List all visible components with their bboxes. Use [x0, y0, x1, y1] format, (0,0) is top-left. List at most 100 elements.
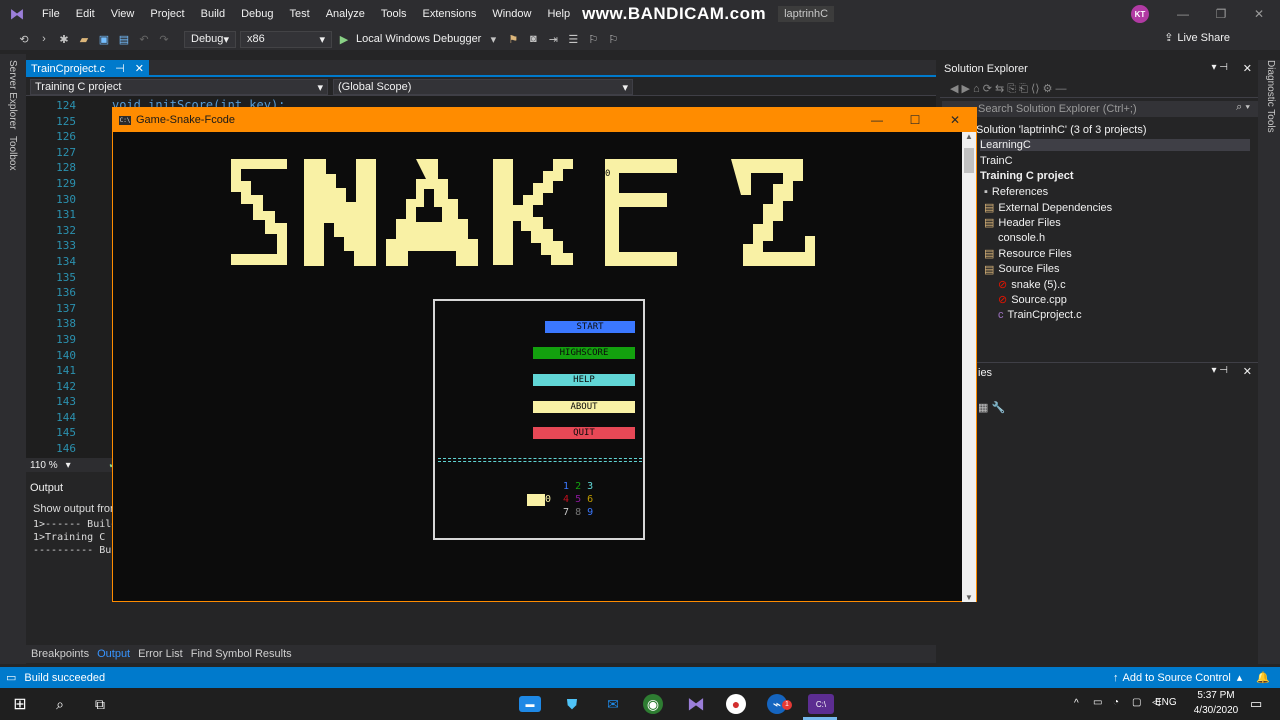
windows-start-icon[interactable]: ⊞	[8, 692, 32, 716]
search-icon[interactable]: ⌕ ▾	[1236, 101, 1250, 114]
menu-view[interactable]: View	[103, 0, 143, 28]
game-close-button[interactable]: ✕	[937, 108, 973, 132]
menu-extensions[interactable]: Extensions	[415, 0, 485, 28]
chevron-up-icon[interactable]: ▴	[1237, 671, 1243, 684]
battery-icon[interactable]: ▭	[1093, 697, 1102, 708]
tab-trainc-project[interactable]: TrainCproject.c ⊣ ✕	[26, 60, 149, 77]
bookmark-prev-icon[interactable]: ⚐	[605, 31, 621, 47]
game-start-button[interactable]: START	[545, 321, 635, 333]
configuration-dropdown[interactable]: Debug ▾	[184, 30, 236, 48]
debugger-button[interactable]: Local Windows Debugger	[356, 33, 481, 45]
tab-error-list[interactable]: Error List	[138, 648, 183, 660]
user-avatar[interactable]: KT	[1131, 5, 1149, 23]
toolbox-tab[interactable]: Toolbox	[7, 136, 18, 170]
maximize-button[interactable]: ❐	[1206, 4, 1236, 24]
scroll-down-icon[interactable]: ▼	[965, 593, 973, 602]
menu-analyze[interactable]: Analyze	[318, 0, 373, 28]
zoom-level[interactable]: 110 %	[30, 460, 58, 471]
game-help-button[interactable]: HELP	[533, 374, 635, 386]
tray-chevron-icon[interactable]: ^	[1074, 698, 1079, 709]
game-maximize-button[interactable]: ☐	[897, 108, 933, 132]
pin-icon[interactable]: ⊣	[115, 62, 125, 75]
visual-studio-icon[interactable]: ⧓	[684, 692, 708, 716]
game-quit-button[interactable]: QUIT	[533, 427, 635, 439]
add-to-source-control[interactable]: Add to Source Control	[1123, 672, 1231, 684]
language-indicator[interactable]: ENG	[1155, 697, 1177, 708]
clock-date[interactable]: 4/30/2020	[1190, 705, 1242, 716]
solution-tree-item[interactable]: Training C project	[980, 170, 1074, 182]
redo-icon[interactable]: ↷	[156, 31, 172, 47]
open-icon[interactable]: ▰	[76, 31, 92, 47]
solution-tree-item[interactable]: c TrainCproject.c	[998, 309, 1082, 321]
menu-file[interactable]: File	[34, 0, 68, 28]
game-console-window[interactable]: C:\ Game-Snake-Fcode — ☐ ✕ 0 START HIGHS…	[112, 107, 977, 602]
solution-tree-item[interactable]: Solution 'laptrinhC' (3 of 3 projects)	[976, 124, 1147, 136]
solution-tree-item[interactable]: ▤ Header Files	[984, 216, 1061, 230]
task-view-icon[interactable]: ⧉	[88, 692, 112, 716]
pin-icon[interactable]: ▾ ⊣	[1211, 365, 1228, 376]
file-explorer-icon[interactable]: ▬	[519, 696, 541, 712]
forward-icon[interactable]: ›	[36, 31, 52, 47]
menu-project[interactable]: Project	[142, 0, 192, 28]
menu-edit[interactable]: Edit	[68, 0, 103, 28]
network-icon[interactable]: ◔	[1113, 697, 1119, 708]
server-explorer-tab[interactable]: Server Explorer	[7, 60, 18, 129]
solution-tree-item[interactable]: LearningC	[980, 139, 1250, 152]
indent-icon[interactable]: ☰	[565, 31, 581, 47]
menu-tools[interactable]: Tools	[373, 0, 415, 28]
save-all-icon[interactable]: ▤	[116, 31, 132, 47]
chevron-down-icon[interactable]: ▾	[66, 460, 71, 471]
save-icon[interactable]: ▣	[96, 31, 112, 47]
game-highscore-button[interactable]: HIGHSCORE	[533, 347, 635, 359]
bandicam-icon[interactable]: ●	[726, 694, 746, 714]
menu-test[interactable]: Test	[282, 0, 318, 28]
mail-icon[interactable]: ✉	[601, 692, 625, 716]
console-app-icon[interactable]: C:\	[808, 694, 834, 714]
tab-breakpoints[interactable]: Breakpoints	[31, 648, 89, 660]
clock-time[interactable]: 5:37 PM	[1192, 690, 1240, 701]
solution-search-input[interactable]: Search Solution Explorer (Ctrl+;)	[942, 101, 1258, 117]
solution-tree-item[interactable]: TrainC	[980, 155, 1013, 167]
menu-build[interactable]: Build	[193, 0, 233, 28]
minimize-button[interactable]: —	[1168, 4, 1198, 24]
solution-tree-item[interactable]: ▤ Resource Files	[984, 247, 1072, 261]
back-icon[interactable]: ⟲	[16, 31, 32, 47]
chrome-icon[interactable]: ◉	[643, 694, 663, 714]
solution-tree-item[interactable]: ⊘ snake (5).c	[998, 278, 1066, 292]
game-scrollbar[interactable]: ▲ ▼	[962, 132, 976, 602]
undo-icon[interactable]: ↶	[136, 31, 152, 47]
game-about-button[interactable]: ABOUT	[533, 401, 635, 413]
solution-tree-item[interactable]: ▪ References	[984, 186, 1048, 198]
solution-tree-item[interactable]: console.h	[998, 232, 1045, 244]
menu-help[interactable]: Help	[539, 0, 578, 28]
pin-icon[interactable]: ▾ ⊣	[1211, 62, 1228, 73]
platform-dropdown[interactable]: x86 ▾	[240, 30, 332, 48]
display-icon[interactable]: ▢	[1132, 697, 1141, 708]
close-icon[interactable]: ✕	[1243, 62, 1252, 75]
diagnostic-tools-tab[interactable]: Diagnostic Tools	[1265, 60, 1276, 133]
close-button[interactable]: ✕	[1244, 4, 1274, 24]
screenshot-icon[interactable]: ◙	[525, 31, 541, 47]
new-project-icon[interactable]: ✱	[56, 31, 72, 47]
game-minimize-button[interactable]: —	[859, 108, 895, 132]
wrench-icon[interactable]: ▦ 🔧	[978, 401, 1005, 414]
solution-tree-item[interactable]: ▤ External Dependencies	[984, 201, 1112, 215]
menu-debug[interactable]: Debug	[233, 0, 281, 28]
attach-icon[interactable]: ⚑	[505, 31, 521, 47]
close-tab-icon[interactable]: ✕	[135, 62, 144, 75]
sync-icon[interactable]: ◀ ▶ ⌂ ⟳ ⇆ ⎘ ⎗ ⟨⟩ ⚙ —	[950, 82, 1067, 96]
tab-output[interactable]: Output	[97, 648, 130, 660]
menu-window[interactable]: Window	[484, 0, 539, 28]
tab-find-symbol-results[interactable]: Find Symbol Results	[191, 648, 292, 660]
live-share-button[interactable]: ⇪ Live Share	[1164, 31, 1230, 45]
project-nav-dropdown[interactable]: Training C project ▾	[30, 79, 328, 95]
play-icon[interactable]: ▶	[336, 31, 352, 47]
dropdown-arrow-icon[interactable]: ▾	[485, 31, 501, 47]
scope-dropdown[interactable]: (Global Scope) ▾	[333, 79, 633, 95]
step-icon[interactable]: ⇥	[545, 31, 561, 47]
bookmark-icon[interactable]: ⚐	[585, 31, 601, 47]
solution-tree-item[interactable]: ▤ Source Files	[984, 263, 1060, 276]
scroll-up-icon[interactable]: ▲	[965, 132, 973, 141]
close-icon[interactable]: ✕	[1243, 365, 1252, 378]
scroll-thumb[interactable]	[964, 148, 974, 173]
